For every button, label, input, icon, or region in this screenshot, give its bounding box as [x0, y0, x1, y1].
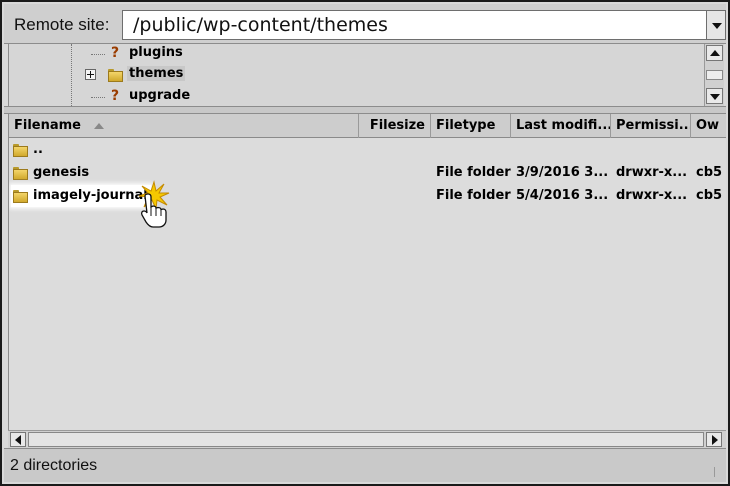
file-owner: cb5 — [696, 188, 723, 203]
tree-item-label: upgrade — [129, 88, 191, 103]
column-header-permissions[interactable]: Permissi... — [611, 114, 691, 138]
file-list-header: Filename Filesize Filetype Last modifi..… — [9, 114, 726, 138]
tree-item-upgrade[interactable]: ? upgrade — [9, 87, 699, 107]
folder-icon — [108, 67, 123, 82]
resize-grip-icon[interactable] — [714, 467, 724, 477]
file-list-horizontal-scrollbar[interactable] — [8, 430, 726, 448]
scroll-down-button[interactable] — [706, 88, 723, 104]
tree-branch-line — [91, 54, 105, 55]
hand-pointer-cursor-icon — [140, 193, 167, 228]
file-permissions: drwxr-x... — [616, 165, 688, 180]
remote-site-label: Remote site: — [14, 15, 110, 34]
remote-path-dropdown-button[interactable] — [706, 10, 726, 40]
file-row-parent[interactable]: .. — [9, 139, 726, 161]
file-owner: cb5 — [696, 165, 723, 180]
expand-plus-icon[interactable] — [85, 69, 96, 80]
scroll-right-button[interactable] — [706, 432, 722, 447]
remote-site-bar: Remote site: /public/wp-content/themes — [4, 4, 726, 44]
folder-icon — [13, 142, 28, 157]
filezilla-remote-pane: Remote site: /public/wp-content/themes ?… — [0, 0, 730, 486]
tree-branch-line — [91, 97, 105, 98]
column-header-owner[interactable]: Ow — [691, 114, 726, 138]
file-row-genesis[interactable]: genesis File folder 3/9/2016 3... drwxr-… — [9, 162, 726, 184]
tree-item-label: plugins — [129, 45, 183, 60]
horizontal-scroll-thumb[interactable] — [28, 432, 704, 447]
file-name: .. — [33, 142, 43, 157]
scroll-left-button[interactable] — [10, 432, 26, 447]
folder-icon — [13, 188, 28, 203]
scroll-up-button[interactable] — [706, 45, 723, 61]
scroll-thumb[interactable] — [706, 70, 723, 80]
tree-scrollbar[interactable] — [704, 44, 724, 106]
tree-item-themes[interactable]: themes — [9, 65, 699, 85]
column-header-label: Filename — [14, 118, 81, 133]
folder-icon — [13, 165, 28, 180]
remote-path-input[interactable]: /public/wp-content/themes — [122, 10, 706, 40]
file-name: genesis — [33, 165, 90, 180]
file-name: imagely-journal — [33, 188, 148, 203]
file-modified: 3/9/2016 3... — [516, 165, 608, 180]
column-header-filetype[interactable]: Filetype — [431, 114, 511, 138]
file-permissions: drwxr-x... — [616, 188, 688, 203]
directory-tree: ? plugins themes ? upgrade — [8, 44, 704, 106]
tree-item-label: themes — [127, 66, 186, 81]
unknown-folder-icon: ? — [110, 45, 120, 61]
status-text: 2 directories — [10, 457, 98, 474]
file-row-imagely-journal[interactable]: imagely-journal File folder 5/4/2016 3..… — [9, 185, 726, 207]
column-header-filename[interactable]: Filename — [9, 114, 359, 138]
file-list: Filename Filesize Filetype Last modifi..… — [8, 114, 726, 448]
file-type: File folder — [436, 188, 511, 203]
status-bar: 2 directories — [4, 448, 726, 482]
tree-item-plugins[interactable]: ? plugins — [9, 44, 699, 64]
column-header-filesize[interactable]: Filesize — [359, 114, 431, 138]
pane-splitter[interactable] — [4, 106, 726, 114]
unknown-folder-icon: ? — [110, 88, 120, 104]
file-type: File folder — [436, 165, 511, 180]
file-modified: 5/4/2016 3... — [516, 188, 608, 203]
sort-ascending-icon — [93, 122, 104, 129]
column-header-last-modified[interactable]: Last modifi... — [511, 114, 611, 138]
